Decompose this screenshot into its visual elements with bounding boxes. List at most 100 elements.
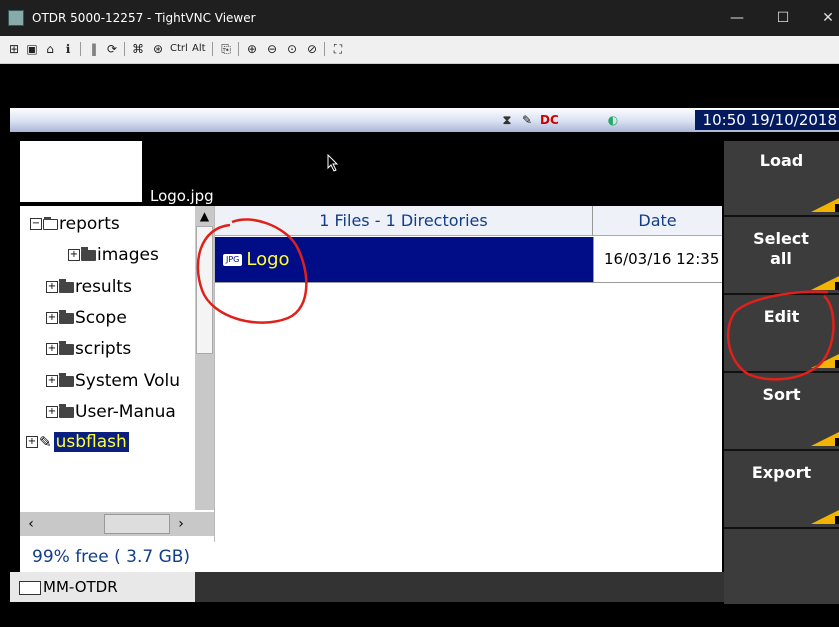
tree-item-label: scripts [75, 339, 132, 359]
tree-item-scripts[interactable]: + scripts [46, 337, 131, 361]
alt-key-button[interactable]: Alt [192, 41, 206, 57]
button-label: Export [751, 463, 812, 482]
scrollbar-thumb[interactable] [104, 514, 170, 534]
options-icon[interactable]: ⌂ [42, 41, 58, 57]
expand-icon[interactable]: + [26, 436, 38, 448]
ctrl-alt-del-icon[interactable]: ⌘ [130, 41, 146, 57]
toolbar-separator [80, 42, 81, 56]
tree-item-label: results [75, 277, 132, 297]
tree-item-usbflash[interactable]: + ✎ usbflash [26, 430, 129, 454]
ctrl-key-button[interactable]: Ctrl [170, 41, 188, 57]
transfer-files-icon[interactable]: ⎘ [218, 41, 234, 57]
softkey-notch [835, 282, 839, 290]
file-date-cell: 16/03/16 12:35 [593, 237, 722, 282]
expand-icon[interactable]: + [46, 375, 58, 387]
bottom-strip [195, 572, 724, 602]
toolbar-separator [212, 42, 213, 56]
folder-icon [81, 246, 96, 261]
toolbar-separator [238, 42, 239, 56]
usb-key-icon: ✎ [39, 433, 52, 451]
scroll-right-icon[interactable]: › [172, 515, 190, 533]
sort-button[interactable]: Sort [724, 375, 839, 451]
win-key-icon[interactable]: ⊛ [150, 41, 166, 57]
folder-icon [59, 309, 74, 324]
maximize-button[interactable]: ☐ [772, 8, 794, 28]
button-label: Edit [763, 307, 800, 326]
tree-vertical-scrollbar[interactable]: ▲ [195, 206, 214, 510]
tree-item-images[interactable]: + images [68, 243, 159, 267]
button-label: Select all [753, 229, 809, 268]
softkey-notch [835, 204, 839, 212]
zoom-in-icon[interactable]: ⊕ [244, 41, 260, 57]
tree-item-label: usbflash [53, 432, 129, 452]
scope-probe-icon: ◐ [607, 113, 619, 127]
usb-key-icon: ✎ [521, 113, 533, 127]
info-icon[interactable]: ℹ [60, 41, 76, 57]
toolbar-separator [124, 42, 125, 56]
edit-button[interactable]: Edit [724, 297, 839, 373]
scroll-left-icon[interactable]: ‹ [22, 515, 40, 533]
zoom-fit-icon[interactable]: ⊘ [304, 41, 320, 57]
scroll-up-icon[interactable]: ▲ [196, 208, 213, 224]
tree-horizontal-scrollbar[interactable]: ‹ › [20, 512, 214, 536]
folder-open-icon [43, 216, 58, 230]
pause-icon[interactable]: ‖ [86, 41, 102, 57]
status-clock: 10:50 19/10/2018 [694, 110, 839, 130]
jpg-file-icon: JPG [223, 254, 243, 266]
window-titlebar: OTDR 5000-12257 - TightVNC Viewer — ☐ ✕ [0, 0, 839, 36]
tree-item-label: User-Manua [75, 402, 176, 422]
fullscreen-icon[interactable]: ⛶ [330, 41, 346, 57]
button-label: Load [759, 151, 804, 170]
expand-icon[interactable]: + [46, 406, 58, 418]
otdr-status-bar: ⧗ ✎ DC ◐ 10:50 19/10/2018 [10, 108, 839, 132]
collapse-icon[interactable]: − [30, 218, 42, 230]
expand-icon[interactable]: + [46, 281, 58, 293]
column-header-date[interactable]: Date [593, 206, 722, 236]
folder-icon [59, 372, 74, 387]
module-tab[interactable]: MM-OTDR [10, 572, 195, 602]
file-name: Logo [246, 249, 290, 270]
tree-item-reports[interactable]: − reports [30, 212, 120, 236]
image-preview [20, 141, 142, 202]
close-button[interactable]: ✕ [817, 8, 839, 28]
directory-tree[interactable]: − reports + images + results + Scope + s… [20, 206, 215, 542]
file-list[interactable]: 1 Files - 1 Directories Date JPG Logo 16/… [215, 206, 722, 572]
softkey-notch [835, 438, 839, 446]
zoom-out-icon[interactable]: ⊖ [264, 41, 280, 57]
expand-icon[interactable]: + [68, 249, 80, 261]
toolbar-separator [324, 42, 325, 56]
new-connection-icon[interactable]: ⊞ [6, 41, 22, 57]
tree-item-results[interactable]: + results [46, 275, 132, 299]
select-all-button[interactable]: Select all [724, 219, 839, 295]
vnc-toolbar: ⊞ ▣ ⌂ ℹ ‖ ⟳ ⌘ ⊛ Ctrl Alt ⎘ ⊕ ⊖ ⊙ ⊘ ⛶ [0, 36, 839, 64]
tree-item-system-volume[interactable]: + System Volu [46, 369, 180, 393]
tree-item-label: images [97, 245, 159, 265]
refresh-icon[interactable]: ⟳ [104, 41, 120, 57]
free-space-label: 99% free ( 3.7 GB) [20, 542, 215, 572]
scrollbar-thumb[interactable] [196, 226, 213, 354]
hourglass-icon: ⧗ [502, 113, 512, 127]
window-title: OTDR 5000-12257 - TightVNC Viewer [32, 11, 256, 25]
column-header-name[interactable]: 1 Files - 1 Directories [215, 206, 593, 236]
load-button[interactable]: Load [724, 141, 839, 217]
tree-item-scope[interactable]: + Scope [46, 306, 127, 330]
zoom-100-icon[interactable]: ⊙ [284, 41, 300, 57]
export-button[interactable]: Export [724, 453, 839, 529]
tree-item-user-manual[interactable]: + User-Manua [46, 400, 176, 424]
folder-icon [59, 340, 74, 355]
vnc-app-icon [8, 10, 24, 26]
tree-item-label: reports [59, 214, 120, 234]
dc-power-icon: DC [540, 113, 559, 127]
folder-icon [59, 278, 74, 293]
minimize-button[interactable]: — [726, 8, 748, 28]
tree-item-label: Scope [75, 308, 127, 328]
expand-icon[interactable]: + [46, 343, 58, 355]
softkey-notch [835, 516, 839, 524]
expand-icon[interactable]: + [46, 312, 58, 324]
softkey-sidebar: Load Select all Edit Sort Export [724, 141, 839, 604]
file-name-cell[interactable]: JPG Logo [215, 237, 593, 282]
file-row[interactable]: JPG Logo 16/03/16 12:35 [215, 237, 722, 282]
button-label: Sort [762, 385, 801, 404]
save-icon[interactable]: ▣ [24, 41, 40, 57]
otdr-module-icon [19, 580, 41, 595]
